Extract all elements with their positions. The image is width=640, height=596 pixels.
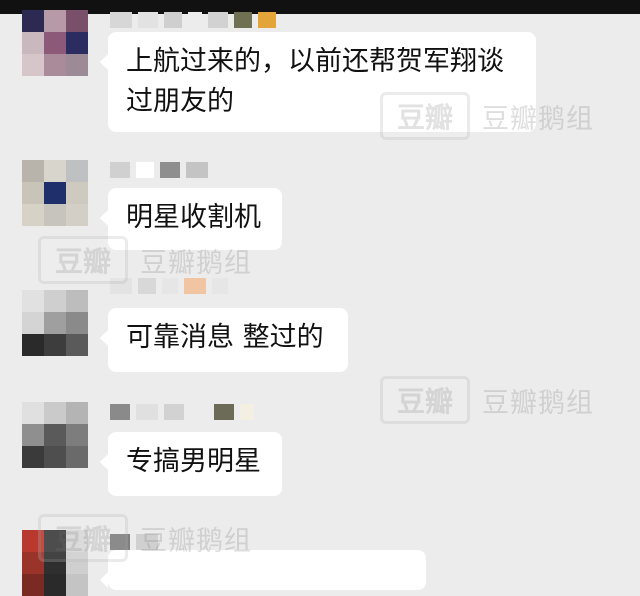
avatar[interactable] (22, 530, 88, 596)
message-bubble[interactable]: 专搞男明星 (100, 432, 282, 496)
message-bubble[interactable]: 可靠消息 整过的 (100, 308, 348, 372)
avatar[interactable] (22, 10, 88, 76)
chat-thread: 上航过来的，以前还帮贺军翔谈过朋友的 明星收割机 可靠消息 整过的 专搞男明星 … (0, 0, 640, 596)
message-bubble[interactable] (100, 550, 426, 590)
watermark-text: 豆瓣鹅组 (482, 387, 594, 419)
avatar[interactable] (22, 290, 88, 356)
sender-name (110, 162, 208, 178)
watermark: 豆瓣 豆瓣鹅组 (380, 376, 594, 424)
sender-name (110, 12, 276, 28)
sender-name (110, 404, 254, 420)
message-text: 明星收割机 (126, 202, 261, 233)
sender-name (110, 534, 158, 550)
avatar[interactable] (22, 160, 88, 226)
message-bubble[interactable]: 明星收割机 (100, 188, 282, 250)
sender-name (110, 278, 228, 294)
message-text: 可靠消息 整过的 (126, 322, 324, 353)
douban-logo: 豆瓣 (380, 376, 470, 424)
message-bubble[interactable]: 上航过来的，以前还帮贺军翔谈过朋友的 (100, 32, 536, 132)
message-text: 上航过来的，以前还帮贺军翔谈过朋友的 (126, 46, 504, 117)
message-text: 专搞男明星 (126, 446, 261, 477)
avatar[interactable] (22, 402, 88, 468)
